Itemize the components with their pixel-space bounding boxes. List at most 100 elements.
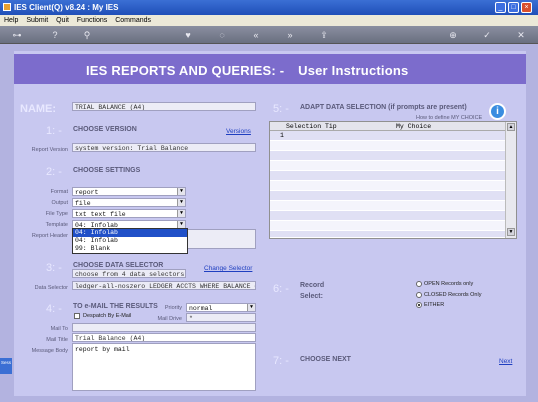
grid-row[interactable] — [270, 221, 506, 231]
export-icon[interactable]: ⇪ — [319, 30, 329, 40]
close-icon[interactable]: ✕ — [516, 30, 526, 40]
menu-bar: Help Submit Quit Functions Commands — [0, 15, 538, 26]
output-select[interactable]: file ▼ — [72, 198, 186, 207]
priority-label: Priority — [164, 305, 182, 311]
select-label: Select: — [300, 293, 323, 300]
grid-row[interactable] — [270, 151, 506, 161]
format-label: Format — [50, 189, 68, 195]
name-label: NAME: — [20, 103, 57, 115]
check-icon[interactable]: ✓ — [482, 30, 492, 40]
fast-forward-icon[interactable]: » — [285, 30, 295, 40]
file-type-label: File Type — [45, 211, 68, 217]
help-icon[interactable]: ? — [50, 30, 60, 40]
step-1-title: CHOOSE VERSION — [73, 126, 137, 133]
chevron-down-icon[interactable]: ▼ — [247, 304, 255, 311]
key-icon[interactable]: ⊶ — [10, 30, 24, 40]
data-selector-label: Data Selector — [34, 285, 68, 291]
info-icon[interactable]: i — [489, 103, 506, 120]
add-icon[interactable]: ⊕ — [448, 30, 458, 40]
output-value: file — [75, 200, 91, 207]
file-type-select[interactable]: txt text file ▼ — [72, 209, 186, 218]
priority-select[interactable]: normal ▼ — [186, 303, 256, 312]
grid-row[interactable] — [270, 141, 506, 151]
mail-drive-field[interactable]: * — [186, 313, 256, 322]
step-7-title: CHOOSE NEXT — [300, 356, 351, 363]
menu-help[interactable]: Help — [4, 17, 18, 24]
grid-row[interactable] — [270, 231, 506, 238]
message-body-label: Message Body — [31, 348, 68, 354]
template-label: Template — [45, 222, 68, 228]
grid-scrollbar[interactable]: ▲ ▼ — [505, 122, 516, 238]
step-5-number: 5: - — [273, 103, 289, 115]
report-header-label: Report Header — [31, 233, 68, 239]
file-type-value: txt text file — [75, 211, 126, 218]
report-version-field[interactable]: system version: Trial Balance — [72, 143, 256, 152]
menu-quit[interactable]: Quit — [56, 17, 69, 24]
output-label: Output — [51, 200, 68, 206]
close-window-icon[interactable]: × — [521, 2, 532, 13]
window-title: IES Client(Q) v8.24 : My IES — [14, 3, 119, 12]
dropdown-option[interactable]: 04: Infolab — [73, 237, 187, 245]
page-title: IES REPORTS AND QUERIES: - — [86, 63, 285, 78]
selector-hint-field: choose from 4 data selectors — [72, 269, 186, 278]
minimize-icon[interactable]: _ — [495, 2, 506, 13]
grid-row[interactable] — [270, 201, 506, 211]
scroll-down-icon[interactable]: ▼ — [507, 228, 515, 236]
maximize-icon[interactable]: □ — [508, 2, 519, 13]
radio-closed-label: CLOSED Records Only — [424, 292, 482, 298]
report-header-field[interactable] — [186, 229, 256, 249]
radio-open-records[interactable] — [416, 281, 422, 287]
chevron-down-icon[interactable]: ▼ — [177, 199, 185, 206]
session-side-tab[interactable]: Sess — [0, 358, 12, 374]
mail-title-field[interactable]: Trial Balance (A4) — [72, 333, 256, 342]
row-number: 1 — [280, 132, 284, 139]
circle-icon[interactable]: ◌ — [217, 30, 227, 40]
radio-either[interactable] — [416, 302, 422, 308]
template-dropdown-list: 04: Infolab 04: Infolab 99: Blank — [72, 228, 188, 254]
step-6-number: 6: - — [273, 283, 289, 295]
name-field[interactable]: TRIAL BALANCE (A4) — [72, 102, 256, 111]
grid-row[interactable] — [270, 161, 506, 171]
grid-header: Selection Tip My Choice — [270, 122, 506, 131]
chevron-down-icon[interactable]: ▼ — [177, 221, 185, 228]
dropdown-option[interactable]: 04: Infolab — [73, 229, 187, 237]
mail-to-field[interactable] — [72, 323, 256, 332]
col-selection-tip: Selection Tip — [286, 123, 337, 130]
grid-row[interactable] — [270, 181, 506, 191]
despatch-label: Despatch By E-Mail — [83, 313, 132, 319]
step-3-number: 3: - — [46, 262, 62, 274]
scroll-up-icon[interactable]: ▲ — [507, 123, 515, 131]
priority-value: normal — [189, 305, 213, 312]
despatch-checkbox[interactable] — [74, 313, 80, 319]
grid-row[interactable]: 1 — [270, 131, 506, 141]
format-select[interactable]: report ▼ — [72, 187, 186, 196]
data-selector-field[interactable]: ledger-all-noszero LEDGER ACCTS WHERE BA… — [72, 281, 256, 290]
grid-row[interactable] — [270, 171, 506, 181]
grid-row[interactable] — [270, 191, 506, 201]
mail-to-label: Mail To — [50, 326, 68, 332]
mail-title-label: Mail Title — [46, 337, 68, 343]
rewind-icon[interactable]: « — [251, 30, 261, 40]
chevron-down-icon[interactable]: ▼ — [177, 210, 185, 217]
app-icon — [3, 3, 11, 11]
menu-functions[interactable]: Functions — [77, 17, 107, 24]
chevron-down-icon[interactable]: ▼ — [177, 188, 185, 195]
step-4-number: 4: - — [46, 303, 62, 315]
step-3-title: CHOOSE DATA SELECTOR — [73, 262, 164, 269]
step-2-title: CHOOSE SETTINGS — [73, 167, 141, 174]
window-titlebar: IES Client(Q) v8.24 : My IES — [0, 0, 538, 15]
report-version-label: Report Version — [31, 147, 68, 153]
dropdown-option[interactable]: 99: Blank — [73, 245, 187, 253]
step-2-number: 2: - — [46, 166, 62, 178]
message-body-field[interactable]: report by mail — [72, 343, 256, 391]
menu-submit[interactable]: Submit — [26, 17, 48, 24]
search-icon[interactable]: ⚲ — [82, 30, 92, 40]
grid-row[interactable] — [270, 211, 506, 221]
heart-icon[interactable]: ♥ — [183, 30, 193, 40]
menu-commands[interactable]: Commands — [115, 17, 151, 24]
next-link[interactable]: Next — [499, 358, 512, 365]
radio-closed-records[interactable] — [416, 292, 422, 298]
versions-link[interactable]: Versions — [226, 128, 251, 135]
change-selector-link[interactable]: Change Selector — [204, 265, 252, 272]
format-value: report — [75, 189, 99, 196]
